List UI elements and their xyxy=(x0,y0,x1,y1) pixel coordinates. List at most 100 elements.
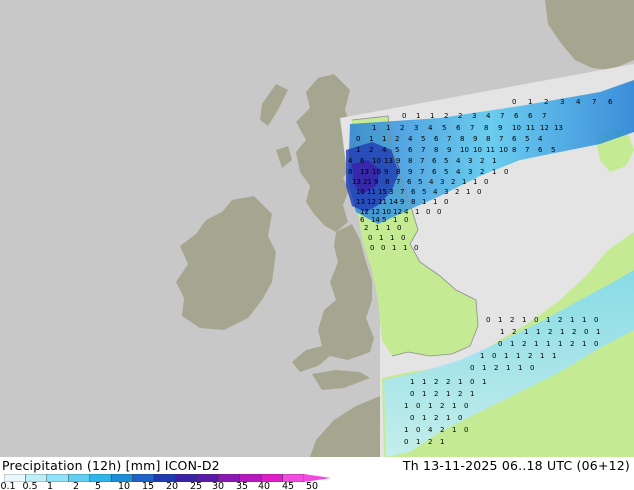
grid-value: 7 xyxy=(542,112,546,120)
grid-value: 5 xyxy=(421,135,425,143)
legend-tick-label: 35 xyxy=(235,481,249,490)
grid-value: 2 xyxy=(558,316,562,324)
legend-tick-label: 5 xyxy=(94,481,102,490)
grid-value: 6 xyxy=(360,216,365,224)
grid-value: 6 xyxy=(538,146,543,154)
grid-value: 4 xyxy=(456,168,461,176)
grid-value: 12 xyxy=(367,198,376,206)
grid-value: 10 xyxy=(356,188,365,196)
grid-value: 9 xyxy=(498,124,502,132)
grid-value: 4 xyxy=(408,135,413,143)
grid-value: 1 xyxy=(506,364,510,372)
grid-value: 8 xyxy=(486,135,490,143)
grid-value: 6 xyxy=(408,146,413,154)
grid-value: 0 xyxy=(534,316,538,324)
grid-value: 0 xyxy=(594,340,598,348)
grid-value: 8 xyxy=(396,168,400,176)
grid-value: 5 xyxy=(395,146,399,154)
grid-value: 2 xyxy=(572,328,576,336)
grid-value: 0 xyxy=(584,328,588,336)
grid-value: 6 xyxy=(360,157,365,165)
grid-value: 1 xyxy=(386,124,390,132)
grid-value: 3 xyxy=(414,124,418,132)
legend-tick-label: 0.5 xyxy=(22,481,38,490)
grid-value: 2 xyxy=(434,414,438,422)
grid-value: 2 xyxy=(451,178,455,186)
grid-value: 3 xyxy=(440,178,444,186)
grid-value: 1 xyxy=(492,157,496,165)
grid-value: 13 xyxy=(352,178,361,186)
grid-value: 0 xyxy=(512,98,516,106)
grid-value: 7 xyxy=(525,146,529,154)
grid-value: 1 xyxy=(422,390,426,398)
grid-value: 12 xyxy=(371,208,380,216)
grid-value: 9 xyxy=(473,135,477,143)
grid-value: 2 xyxy=(400,124,404,132)
grid-value: 8 xyxy=(348,168,352,176)
grid-value: 10 xyxy=(460,146,469,154)
grid-value: 13 xyxy=(360,168,369,176)
grid-value: 8 xyxy=(460,135,464,143)
grid-value: 2 xyxy=(440,426,444,434)
grid-value: 1 xyxy=(392,244,396,252)
grid-value: 1 xyxy=(462,178,466,186)
grid-value: 1 xyxy=(482,364,486,372)
grid-value: 2 xyxy=(544,98,548,106)
grid-value: 2 xyxy=(434,378,438,386)
grid-value: 6 xyxy=(432,168,437,176)
grid-value: 14 xyxy=(389,198,398,206)
grid-value: 2 xyxy=(440,402,444,410)
grid-value: 5 xyxy=(444,168,448,176)
grid-value: 1 xyxy=(552,352,556,360)
grid-value: 5 xyxy=(422,188,426,196)
grid-value: 1 xyxy=(422,378,426,386)
grid-value: 1 xyxy=(386,224,390,232)
grid-value: 15 xyxy=(378,188,387,196)
grid-value: 0 xyxy=(410,390,414,398)
grid-value: 1 xyxy=(410,378,414,386)
grid-value: 0 xyxy=(401,234,405,242)
grid-value: 13 xyxy=(384,157,393,165)
grid-value: 8 xyxy=(411,198,415,206)
grid-value: 1 xyxy=(404,402,408,410)
grid-value: 10 xyxy=(372,157,381,165)
grid-value: 4 xyxy=(428,124,433,132)
grid-value: 9 xyxy=(374,178,378,186)
grid-value: 10 xyxy=(512,124,521,132)
grid-value: 9 xyxy=(400,198,404,206)
grid-value: 6 xyxy=(432,157,437,165)
grid-value: 5 xyxy=(382,216,386,224)
grid-value: 1 xyxy=(393,216,397,224)
grid-value: 1 xyxy=(510,340,514,348)
grid-value: 1 xyxy=(369,135,373,143)
grid-value: 2 xyxy=(446,378,450,386)
grid-value: 9 xyxy=(396,157,400,165)
grid-value: 0 xyxy=(486,316,490,324)
grid-value: 2 xyxy=(512,328,516,336)
grid-value: 11 xyxy=(378,198,387,206)
grid-value: 10 xyxy=(473,146,482,154)
grid-value: 4 xyxy=(456,157,461,165)
grid-value: 1 xyxy=(446,414,450,422)
grid-value: 3 xyxy=(468,168,472,176)
grid-value: 1 xyxy=(582,340,586,348)
grid-value: 0 xyxy=(416,402,420,410)
grid-value: 1 xyxy=(422,198,426,206)
grid-value: 9 xyxy=(408,168,412,176)
grid-value: 3 xyxy=(472,112,476,120)
grid-value: 0 xyxy=(484,178,488,186)
grid-value: 1 xyxy=(560,328,564,336)
grid-value: 2 xyxy=(480,157,484,165)
grid-value: 1 xyxy=(522,316,526,324)
grid-value: 0 xyxy=(492,352,496,360)
grid-value: 10 xyxy=(372,168,381,176)
grid-value: 12 xyxy=(360,208,369,216)
grid-value: 7 xyxy=(499,135,503,143)
grid-value: 1 xyxy=(534,340,538,348)
grid-value: 2 xyxy=(458,112,462,120)
grid-value: 1 xyxy=(428,402,432,410)
grid-value: 8 xyxy=(484,124,488,132)
grid-value: 4 xyxy=(433,188,438,196)
grid-value: 1 xyxy=(516,352,520,360)
grid-value: 1 xyxy=(372,124,376,132)
